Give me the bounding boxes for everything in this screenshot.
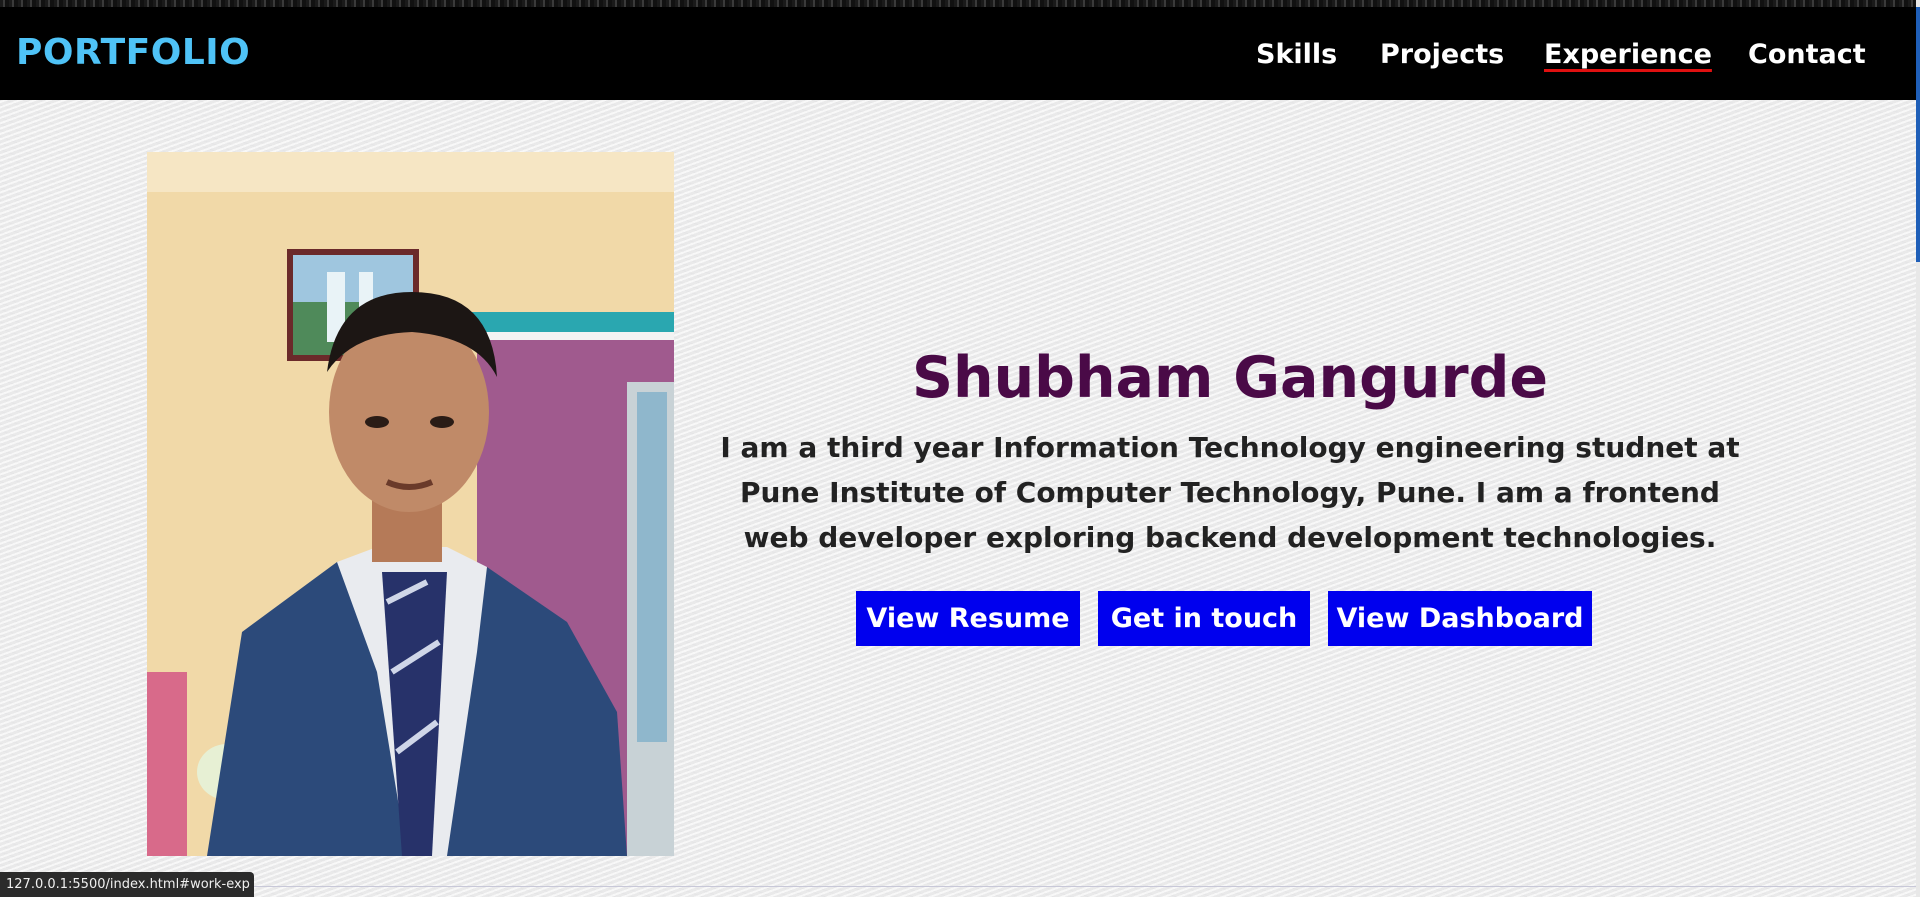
- view-dashboard-button[interactable]: View Dashboard: [1328, 591, 1592, 646]
- view-resume-button[interactable]: View Resume: [856, 591, 1080, 646]
- hero-bio: I am a third year Information Technology…: [720, 431, 1740, 554]
- nav-link-experience[interactable]: Experience: [1544, 39, 1712, 70]
- status-url: 127.0.0.1:5500/index.html#work-exp: [0, 872, 254, 897]
- nav-link-projects[interactable]: Projects: [1380, 39, 1504, 70]
- get-in-touch-button[interactable]: Get in touch: [1098, 591, 1310, 646]
- profile-photo-icon: [147, 152, 674, 856]
- nav-link-skills[interactable]: Skills: [1256, 39, 1337, 70]
- navbar: PORTFOLIO Skills Projects Experience Con…: [0, 7, 1916, 100]
- profile-photo: [147, 152, 674, 856]
- top-strip: [0, 0, 1916, 7]
- brand-logo[interactable]: PORTFOLIO: [16, 32, 250, 73]
- nav-link-contact[interactable]: Contact: [1748, 39, 1866, 70]
- hero-name: Shubham Gangurde: [911, 345, 1549, 411]
- scrollbar-thumb[interactable]: [1916, 7, 1920, 262]
- section-divider: [0, 886, 1916, 887]
